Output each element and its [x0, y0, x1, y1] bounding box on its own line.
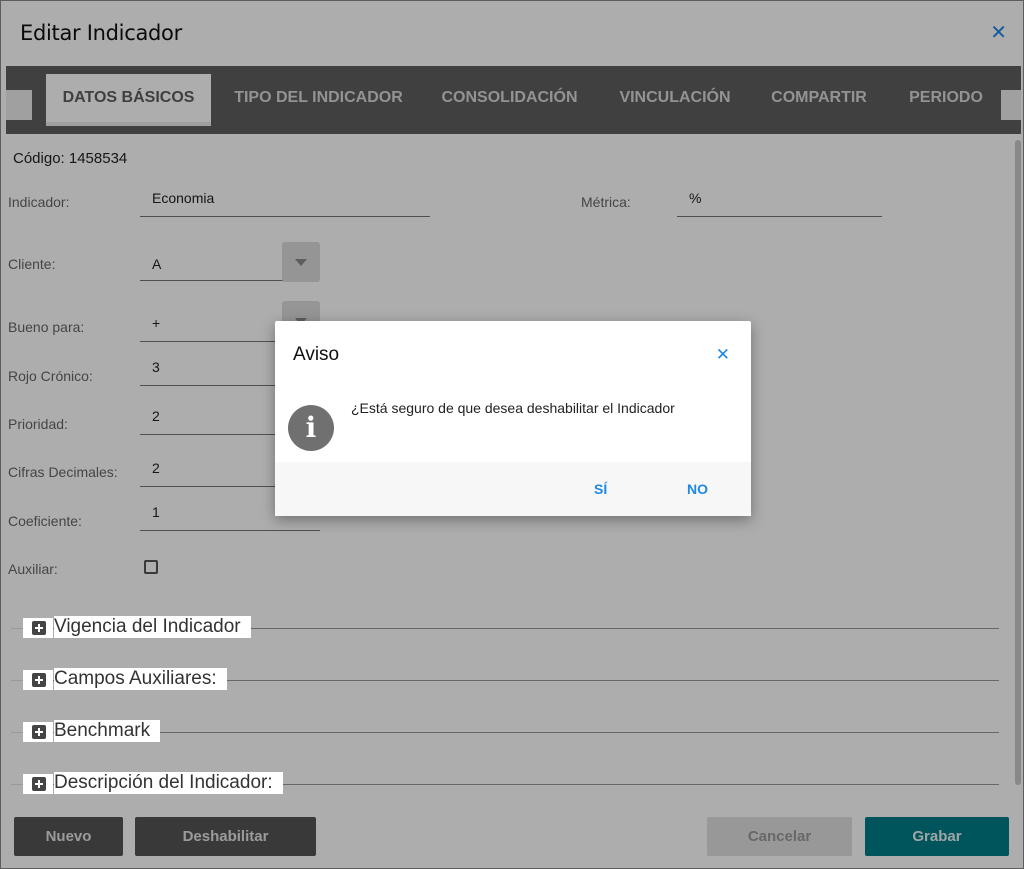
expand-plus-icon[interactable] [32, 725, 46, 739]
section-title: Descripción del Indicador: [54, 772, 283, 794]
section-title: Campos Auxiliares: [54, 668, 227, 690]
dialog-message: ¿Está seguro de que desea deshabilitar e… [351, 400, 675, 416]
expand-plus-icon[interactable] [32, 777, 46, 791]
info-icon: i [288, 405, 334, 451]
section-title: Benchmark [54, 720, 161, 742]
expand-plus-icon[interactable] [32, 621, 46, 635]
dialog-title: Aviso [293, 344, 340, 365]
dialog-actions: SÍ NO [275, 462, 751, 516]
section-title: Vigencia del Indicador [54, 616, 251, 638]
dialog-close-icon[interactable]: ✕ [716, 345, 730, 365]
aviso-dialog: Aviso ✕ i ¿Está seguro de que desea desh… [275, 321, 751, 516]
expand-plus-icon[interactable] [32, 673, 46, 687]
dialog-yes-button[interactable]: SÍ [594, 481, 607, 497]
dialog-no-button[interactable]: NO [687, 481, 708, 497]
